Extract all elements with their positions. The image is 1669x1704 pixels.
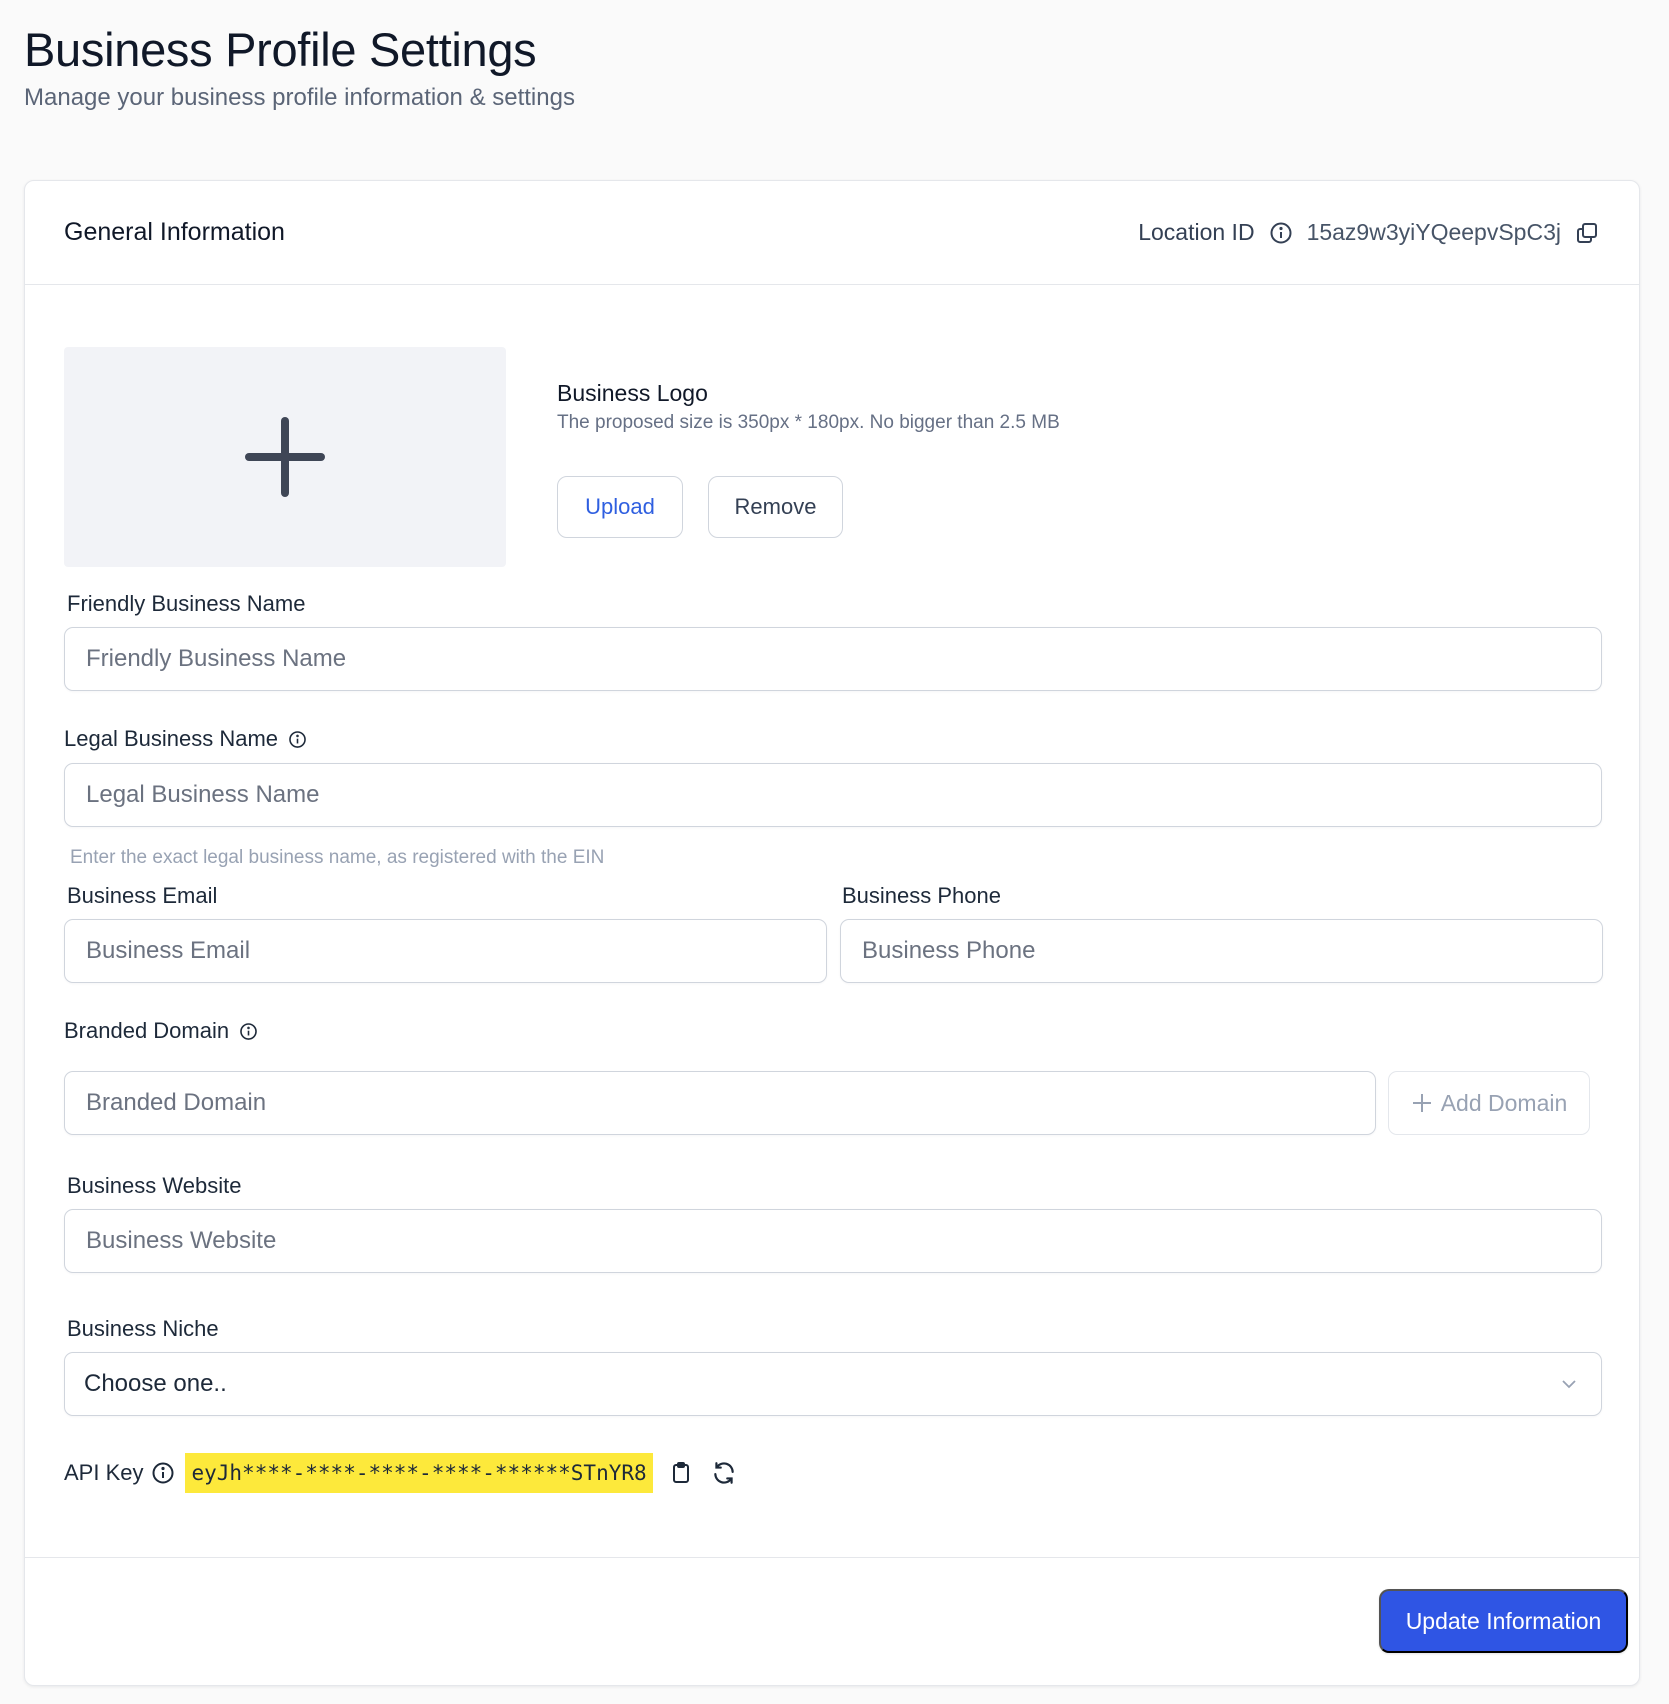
business-website-placeholder: Business Website [86, 1227, 277, 1254]
friendly-name-input[interactable]: Friendly Business Name [64, 627, 1602, 691]
branded-domain-placeholder: Branded Domain [86, 1089, 267, 1116]
business-niche-select[interactable]: Choose one.. [64, 1352, 1602, 1416]
location-id-value: 15az9w3yiYQeepvSpC3j [1306, 219, 1561, 245]
card-header: General Information Location ID 15az9w3y… [25, 181, 1639, 285]
business-phone-label: Business Phone [842, 883, 1001, 909]
plus-icon [1411, 1092, 1433, 1114]
business-logo-hint: The proposed size is 350px * 180px. No b… [557, 412, 1060, 433]
api-key-label: API Key [64, 1460, 144, 1485]
business-phone-input[interactable]: Business Phone [840, 919, 1603, 983]
update-information-button[interactable]: Update Information [1379, 1589, 1628, 1653]
friendly-name-placeholder: Friendly Business Name [86, 645, 347, 672]
copy-icon[interactable] [1575, 221, 1599, 245]
plus-icon [245, 417, 325, 497]
business-niche-label: Business Niche [67, 1316, 219, 1342]
remove-button[interactable]: Remove [708, 476, 843, 538]
legal-name-input[interactable]: Legal Business Name [64, 763, 1602, 827]
business-email-placeholder: Business Email [86, 937, 251, 964]
location-id-label: Location ID [1138, 219, 1255, 245]
add-domain-label: Add Domain [1440, 1089, 1568, 1116]
page-header: Business Profile Settings Manage your bu… [24, 22, 575, 112]
info-icon[interactable] [288, 730, 307, 749]
general-information-card: General Information Location ID 15az9w3y… [24, 180, 1640, 1686]
clipboard-icon[interactable] [669, 1461, 693, 1485]
api-key-row: API Key eyJh****-****-****-****-******ST… [64, 1453, 737, 1493]
legal-name-hint: Enter the exact legal business name, as … [70, 847, 605, 868]
refresh-icon[interactable] [711, 1460, 737, 1486]
business-website-label-text: Business Website [67, 1173, 242, 1198]
friendly-name-label: Friendly Business Name [67, 591, 305, 617]
info-icon[interactable] [151, 1461, 175, 1485]
business-email-label: Business Email [67, 883, 217, 909]
business-niche-selected: Choose one.. [84, 1370, 227, 1397]
friendly-name-label-text: Friendly Business Name [67, 591, 306, 616]
card-title: General Information [64, 218, 285, 246]
location-id: Location ID 15az9w3yiYQeepvSpC3j [1138, 219, 1599, 246]
page-title: Business Profile Settings [24, 23, 537, 76]
info-icon[interactable] [1269, 221, 1293, 245]
api-key-value: eyJh****-****-****-****-******STnYR8 [185, 1453, 653, 1493]
legal-name-placeholder: Legal Business Name [86, 781, 320, 808]
info-icon[interactable] [239, 1022, 258, 1041]
business-phone-label-text: Business Phone [842, 883, 1001, 908]
business-phone-placeholder: Business Phone [862, 937, 1036, 964]
card-footer-divider [25, 1557, 1639, 1558]
add-domain-button[interactable]: Add Domain [1388, 1071, 1590, 1135]
chevron-down-icon [1559, 1374, 1579, 1394]
legal-name-label: Legal Business Name [64, 726, 307, 752]
upload-button[interactable]: Upload [557, 476, 683, 538]
business-website-label: Business Website [67, 1173, 241, 1199]
legal-name-label-text: Legal Business Name [64, 726, 279, 751]
business-niche-label-text: Business Niche [67, 1316, 219, 1341]
business-website-input[interactable]: Business Website [64, 1209, 1602, 1273]
branded-domain-label: Branded Domain [64, 1018, 258, 1044]
branded-domain-label-text: Branded Domain [64, 1018, 230, 1043]
logo-upload-dropzone[interactable] [64, 347, 506, 567]
business-email-label-text: Business Email [67, 883, 218, 908]
page-subtitle: Manage your business profile information… [24, 84, 575, 111]
branded-domain-input[interactable]: Branded Domain [64, 1071, 1376, 1135]
business-logo-title: Business Logo [557, 380, 708, 406]
business-email-input[interactable]: Business Email [64, 919, 827, 983]
